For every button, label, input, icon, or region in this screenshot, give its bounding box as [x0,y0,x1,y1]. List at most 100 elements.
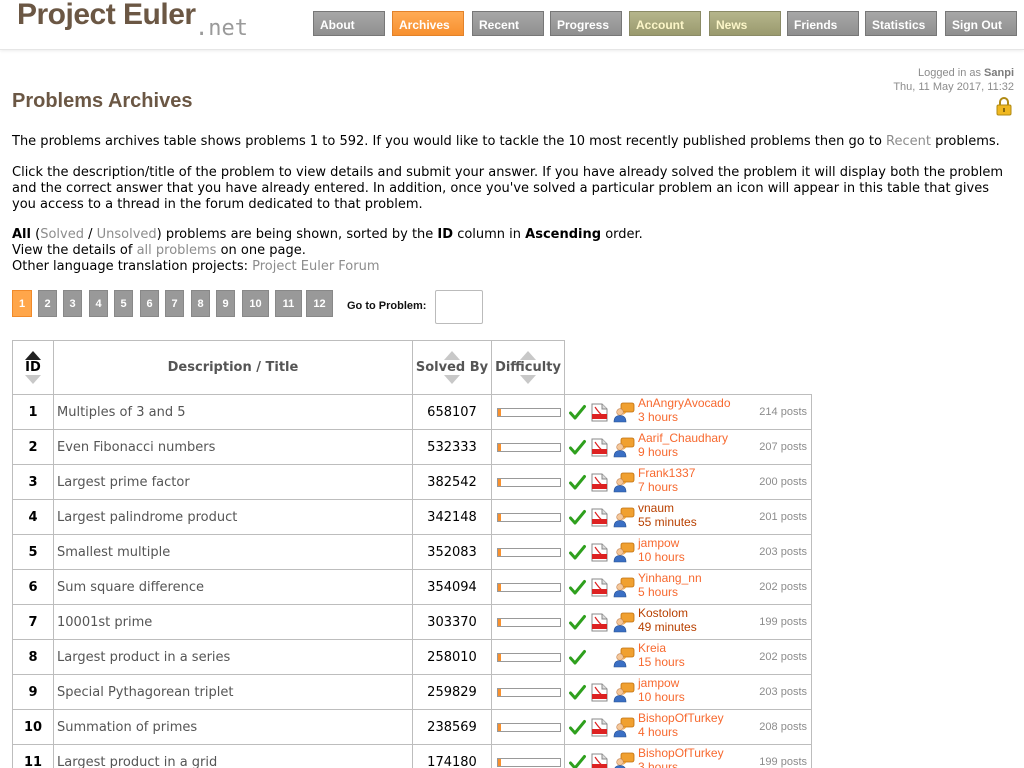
pdf-icon[interactable] [591,438,608,457]
post-count-link[interactable]: 199 posts [759,616,807,628]
site-logo-suffix[interactable]: .net [195,16,248,41]
nav-about[interactable]: About [313,11,385,36]
problem-title-link[interactable]: Summation of primes [53,709,413,745]
page-button-10[interactable]: 10 [242,290,269,317]
problem-title-link[interactable]: 10001st prime [53,604,413,640]
nav-news[interactable]: News [709,11,781,36]
sort-ascending-icon[interactable] [444,351,460,360]
forum-thread-icon[interactable] [613,682,635,703]
post-count-link[interactable]: 203 posts [759,686,807,698]
sort-ascending-icon[interactable] [520,351,536,360]
problem-title-link[interactable]: Largest prime factor [53,464,413,500]
problem-title-link[interactable]: Smallest multiple [53,534,413,570]
last-post-user-link[interactable]: AnAngryAvocado [638,396,731,410]
post-count-link[interactable]: 214 posts [759,406,807,418]
recent-link[interactable]: Recent [886,134,931,149]
pdf-icon[interactable] [591,403,608,422]
pdf-icon[interactable] [591,753,608,768]
post-count-link[interactable]: 201 posts [759,511,807,523]
filter-solved-link[interactable]: Solved [40,227,84,242]
pdf-icon[interactable] [591,543,608,562]
forum-thread-icon[interactable] [613,577,635,598]
nav-account[interactable]: Account [629,11,701,36]
site-logo[interactable]: Project Euler [17,0,196,32]
forum-thread-icon[interactable] [613,472,635,493]
post-count-link[interactable]: 199 posts [759,756,807,768]
forum-thread-icon[interactable] [613,752,635,768]
id-column-header[interactable]: ID [12,340,54,395]
forum-thread-icon[interactable] [613,507,635,528]
last-post-user-link[interactable]: Frank1337 [638,466,695,480]
problem-title-link[interactable]: Largest palindrome product [53,499,413,535]
page-button-9[interactable]: 9 [216,290,235,317]
sort-descending-icon[interactable] [520,375,536,384]
last-post-user-link[interactable]: Aarif_Chaudhary [638,431,728,445]
last-post-user-link[interactable]: BishopOfTurkey [638,711,724,725]
page-button-5[interactable]: 5 [114,290,133,317]
post-count-link[interactable]: 207 posts [759,441,807,453]
difficulty-column-header[interactable]: Difficulty [491,340,565,395]
difficulty-cell [491,604,565,640]
pdf-icon[interactable] [591,718,608,737]
page-button-7[interactable]: 7 [165,290,184,317]
page-button-12[interactable]: 12 [306,290,333,317]
last-post-user-link[interactable]: jampow [638,536,679,550]
sort-ascending-icon[interactable] [25,351,41,360]
post-count-link[interactable]: 200 posts [759,476,807,488]
last-post-user-link[interactable]: Kostolom [638,606,688,620]
forum-thread-icon[interactable] [613,437,635,458]
problem-title-link[interactable]: Multiples of 3 and 5 [53,394,413,430]
problem-title-link[interactable]: Special Pythagorean triplet [53,674,413,710]
forum-thread-icon[interactable] [613,402,635,423]
nav-sign-out[interactable]: Sign Out [945,11,1017,36]
all-problems-link[interactable]: all problems [137,243,217,258]
forum-thread-icon[interactable] [613,542,635,563]
filter-all[interactable]: All [12,227,31,242]
lock-icon[interactable] [996,96,1012,116]
problem-title-link[interactable]: Sum square difference [53,569,413,605]
post-count-link[interactable]: 208 posts [759,721,807,733]
nav-archives[interactable]: Archives [392,11,464,36]
sort-descending-icon[interactable] [444,375,460,384]
page-button-4[interactable]: 4 [89,290,108,317]
problem-title-link[interactable]: Largest product in a grid [53,744,413,768]
post-count-link[interactable]: 202 posts [759,581,807,593]
nav-friends[interactable]: Friends [787,11,859,36]
forum-thread-icon[interactable] [613,647,635,668]
forum-thread-icon[interactable] [613,717,635,738]
last-post-user-link[interactable]: Kreia [638,641,666,655]
difficulty-bar-fill [498,408,502,416]
login-prefix: Logged in as [917,67,981,79]
pdf-icon[interactable] [591,613,608,632]
pdf-icon[interactable] [591,683,608,702]
nav-statistics[interactable]: Statistics [865,11,937,36]
last-post-user-link[interactable]: Yinhang_nn [638,571,702,585]
login-username[interactable]: Sanpi [984,67,1014,79]
last-post-user-link[interactable]: jampow [638,676,679,690]
solved-column-header[interactable]: Solved By [412,340,492,395]
page-button-11[interactable]: 11 [275,290,302,317]
page-button-2[interactable]: 2 [38,290,57,317]
filter-unsolved-link[interactable]: Unsolved [97,227,157,242]
difficulty-bar-fill [498,618,502,626]
page-button-1[interactable]: 1 [12,290,32,317]
page-button-3[interactable]: 3 [63,290,82,317]
pdf-icon[interactable] [591,508,608,527]
last-post-user-link[interactable]: BishopOfTurkey [638,746,724,760]
problem-title-link[interactable]: Even Fibonacci numbers [53,429,413,465]
problem-id: 10 [12,709,54,745]
forum-link[interactable]: Project Euler Forum [252,259,379,274]
last-post-user-link[interactable]: vnaum [638,501,674,515]
nav-progress[interactable]: Progress [550,11,622,36]
page-button-8[interactable]: 8 [191,290,210,317]
problem-title-link[interactable]: Largest product in a series [53,639,413,675]
post-count-link[interactable]: 202 posts [759,651,807,663]
post-count-link[interactable]: 203 posts [759,546,807,558]
page-button-6[interactable]: 6 [140,290,159,317]
forum-thread-icon[interactable] [613,612,635,633]
pdf-icon[interactable] [591,473,608,492]
nav-recent[interactable]: Recent [472,11,544,36]
pdf-icon[interactable] [591,578,608,597]
goto-problem-input[interactable] [435,290,483,324]
sort-descending-icon[interactable] [25,375,41,384]
